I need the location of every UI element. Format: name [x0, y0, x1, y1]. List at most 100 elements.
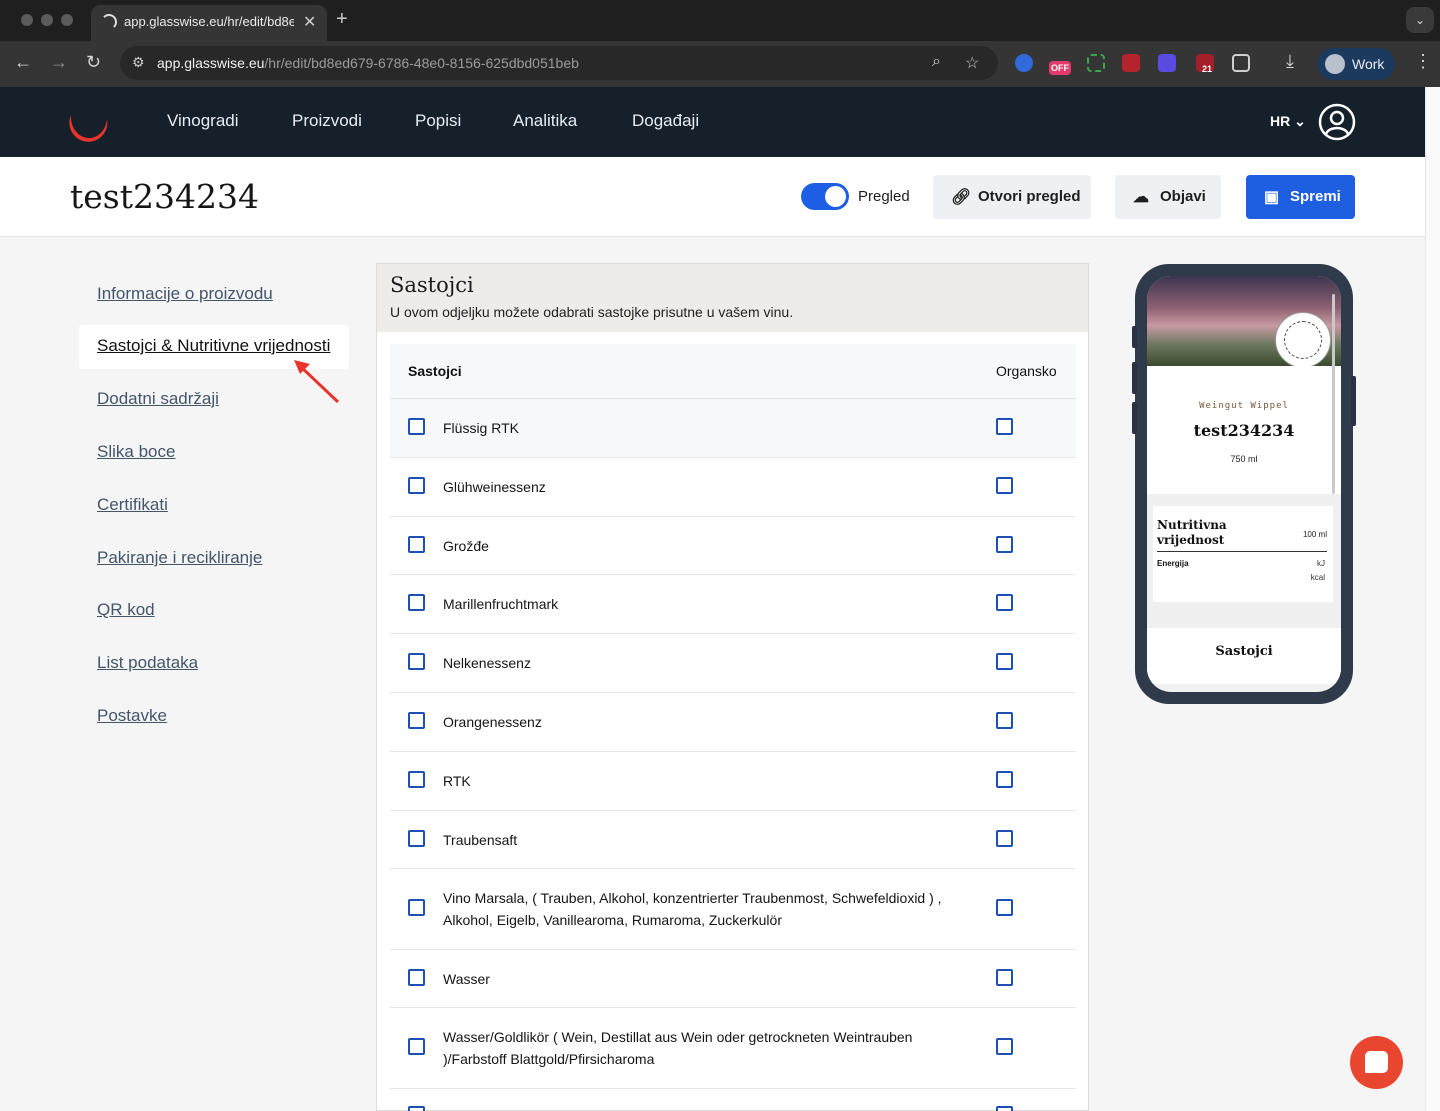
glasswise-logo[interactable] — [68, 105, 110, 147]
ingredient-name: RTK — [443, 773, 471, 789]
organic-checkbox[interactable] — [996, 712, 1013, 729]
ingredient-checkbox[interactable] — [408, 712, 425, 729]
organic-checkbox[interactable] — [996, 771, 1013, 788]
sidebar-item-list-podataka[interactable]: List podataka — [97, 653, 198, 673]
ingredient-checkbox[interactable] — [408, 899, 425, 916]
sidebar-item-dodatni[interactable]: Dodatni sadržaji — [97, 389, 219, 409]
nutrition-energy-label: Energija — [1157, 559, 1189, 568]
ingredient-checkbox[interactable] — [408, 477, 425, 494]
ingredient-name: Traubensaft — [443, 832, 518, 848]
browser-menu-icon[interactable]: ⋮ — [1414, 51, 1432, 72]
ingredient-checkbox[interactable] — [408, 418, 425, 435]
extensions-puzzle-icon[interactable] — [1232, 54, 1250, 72]
browser-tabbar: app.glasswise.eu/hr/edit/bd8ed ✕ + ⌄ — [0, 0, 1440, 41]
preview-toggle-label: Pregled — [858, 188, 910, 205]
preview-title: test234234 — [1193, 421, 1295, 440]
nav-proizvodi[interactable]: Proizvodi — [292, 111, 362, 131]
password-manager-icon[interactable] — [1015, 54, 1033, 72]
table-row: RTK — [390, 752, 1076, 811]
coupon-extension-icon[interactable]: OFF — [1049, 61, 1071, 75]
ingredient-checkbox[interactable] — [408, 536, 425, 553]
chat-bubble-icon — [1365, 1051, 1388, 1073]
address-bar[interactable]: ⚙ app.glasswise.eu/hr/edit/bd8ed679-6786… — [120, 46, 998, 80]
organic-checkbox[interactable] — [996, 653, 1013, 670]
annotation-arrow-icon — [294, 360, 340, 404]
organic-checkbox[interactable] — [996, 1038, 1013, 1055]
ingredient-checkbox[interactable] — [408, 830, 425, 847]
publish-button[interactable]: ☁ Objavi — [1115, 175, 1221, 219]
nav-vinogradi[interactable]: Vinogradi — [167, 111, 239, 131]
bookmark-star-icon[interactable]: ☆ — [965, 53, 979, 73]
ingredient-name: Nelkenessenz — [443, 655, 531, 671]
url-text: app.glasswise.eu/hr/edit/bd8ed679-6786-4… — [157, 55, 579, 71]
new-tab-icon[interactable]: + — [336, 8, 348, 31]
ingredient-checkbox[interactable] — [408, 969, 425, 986]
table-row: Traubensaft — [390, 811, 1076, 869]
nutrition-kcal: kcal — [1310, 573, 1325, 582]
reload-icon[interactable]: ↻ — [86, 52, 101, 73]
browser-tab-active[interactable]: app.glasswise.eu/hr/edit/bd8ed ✕ — [91, 5, 327, 41]
table-row: Vino Marsala, ( Trauben, Alkohol, konzen… — [390, 869, 1076, 950]
organic-checkbox[interactable] — [996, 594, 1013, 611]
ingredient-name: Grožđe — [443, 538, 489, 554]
chevron-down-icon: ⌄ — [1294, 113, 1306, 129]
language-label: HR — [1270, 113, 1291, 129]
preview-toggle[interactable] — [801, 183, 849, 210]
ingredient-name: Wasser — [443, 971, 490, 987]
sidebar-item-certifikati[interactable]: Certifikati — [97, 495, 168, 515]
sidebar-item-postavke[interactable]: Postavke — [97, 706, 167, 726]
preview-ingredients-label: Sastojci — [1215, 644, 1273, 659]
column-header-organic: Organsko — [996, 363, 1057, 379]
window-zoom-dot[interactable] — [61, 14, 73, 26]
page-scrollbar[interactable] — [1425, 87, 1440, 1111]
preview-volume: 750 ml — [1230, 454, 1258, 464]
ingredient-checkbox[interactable] — [408, 1038, 425, 1055]
organic-checkbox[interactable] — [996, 477, 1013, 494]
back-icon[interactable]: ← — [14, 52, 32, 73]
sidebar-item-informacije[interactable]: Informacije o proizvodu — [97, 284, 273, 304]
forward-icon[interactable]: → — [50, 52, 68, 73]
nav-dogadaji[interactable]: Događaji — [632, 111, 699, 131]
ingredient-checkbox[interactable] — [408, 653, 425, 670]
sidebar-item-pakiranje[interactable]: Pakiranje i recikliranje — [97, 548, 262, 568]
phone-side-button — [1132, 362, 1137, 394]
site-settings-icon[interactable]: ⚙ — [132, 54, 145, 71]
ingredient-checkbox[interactable] — [408, 771, 425, 788]
table-header: Sastojci Organsko — [390, 344, 1076, 399]
organic-checkbox[interactable] — [996, 899, 1013, 916]
table-row: Glühweinessenz — [390, 458, 1076, 517]
user-account-icon[interactable] — [1318, 103, 1356, 141]
organic-checkbox[interactable] — [996, 830, 1013, 847]
card-subtitle: U ovom odjeljku možete odabrati sastojke… — [390, 304, 794, 320]
zoom-icon[interactable]: ⌕ — [932, 53, 941, 71]
organic-checkbox[interactable] — [996, 969, 1013, 986]
ingredient-checkbox[interactable] — [408, 594, 425, 611]
tab-close-icon[interactable]: ✕ — [303, 12, 316, 32]
ingredient-checkbox[interactable] — [408, 1106, 425, 1111]
d-extension-icon[interactable] — [1158, 54, 1176, 72]
download-icon[interactable]: ⤓ — [1286, 51, 1294, 72]
organic-checkbox[interactable] — [996, 418, 1013, 435]
phone-side-button — [1351, 376, 1356, 426]
profile-button[interactable]: Work — [1317, 48, 1395, 80]
window-close-dot[interactable] — [21, 14, 33, 26]
screenshot-extension-icon[interactable] — [1087, 54, 1105, 72]
sidebar-item-qr-kod[interactable]: QR kod — [97, 600, 155, 620]
nutrition-kj: kJ — [1317, 559, 1325, 568]
chat-support-button[interactable] — [1350, 1036, 1403, 1089]
save-button[interactable]: ▣ Spremi — [1246, 175, 1355, 219]
open-preview-button[interactable]: 🔗︎ Otvori pregled — [933, 175, 1091, 219]
s-extension-icon[interactable] — [1122, 54, 1140, 72]
language-selector[interactable]: HR ⌄ — [1270, 113, 1306, 130]
phone-screen: Weingut Wippel test234234 750 ml Nutriti… — [1147, 276, 1341, 692]
organic-checkbox[interactable] — [996, 1106, 1013, 1111]
organic-checkbox[interactable] — [996, 536, 1013, 553]
page-header: test234234 Pregled 🔗︎ Otvori pregled ☁ O… — [0, 157, 1425, 237]
card-title: Sastojci — [390, 273, 474, 297]
window-minimize-dot[interactable] — [41, 14, 53, 26]
nav-analitika[interactable]: Analitika — [513, 111, 577, 131]
nav-popisi[interactable]: Popisi — [415, 111, 461, 131]
sidebar-item-slika-boce[interactable]: Slika boce — [97, 442, 175, 462]
tab-search-chevron-icon[interactable]: ⌄ — [1406, 7, 1434, 33]
preview-nutrition-table: Nutritivna vrijednost 100 ml Energija kJ… — [1153, 506, 1333, 602]
